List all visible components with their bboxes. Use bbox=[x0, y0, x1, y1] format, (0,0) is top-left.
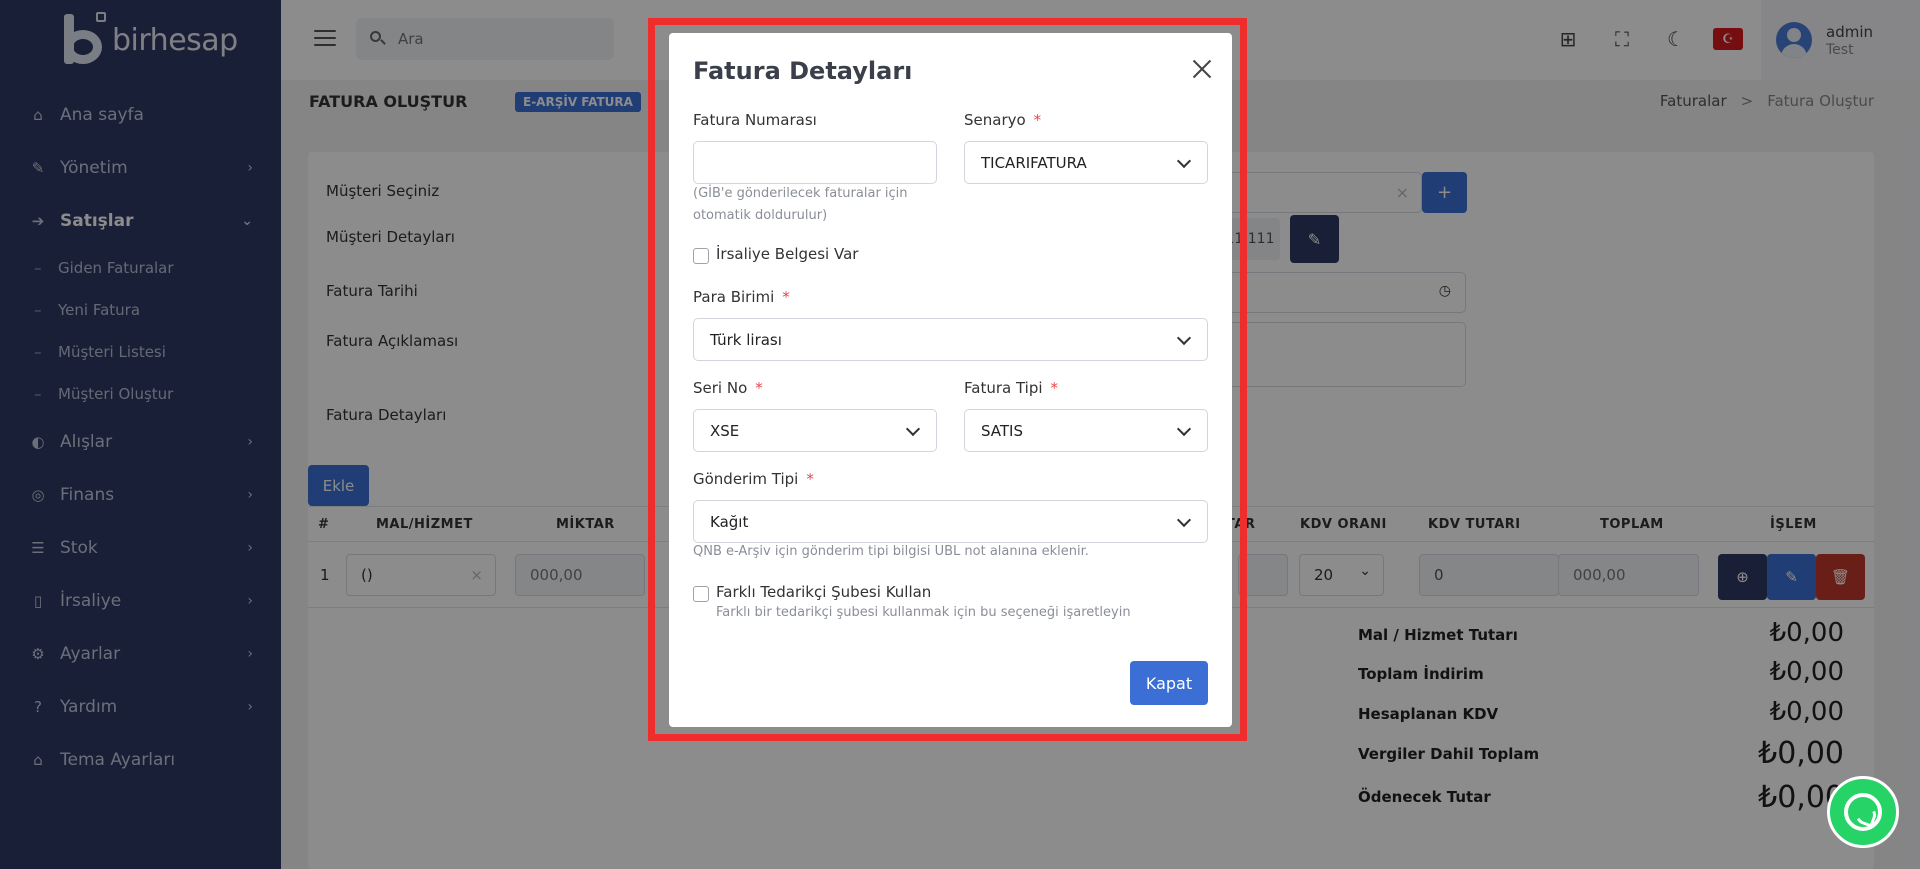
chevron-down-icon bbox=[905, 421, 921, 437]
para-birimi-select[interactable]: Türk lirası bbox=[693, 318, 1208, 361]
modal-title: Fatura Detayları bbox=[693, 57, 913, 85]
fatura-tipi-value: SATIS bbox=[981, 421, 1024, 440]
required-mark: * bbox=[1050, 379, 1059, 397]
fatura-tipi-label: Fatura Tipi * bbox=[964, 379, 1058, 397]
required-mark: * bbox=[1033, 111, 1042, 129]
gonderim-tipi-label-text: Gönderim Tipi bbox=[693, 470, 799, 488]
para-birimi-label-text: Para Birimi bbox=[693, 288, 775, 306]
farkli-tedarikci-label: Farklı Tedarikçi Şubesi Kullan bbox=[716, 583, 932, 601]
chevron-down-icon bbox=[1176, 330, 1192, 346]
para-birimi-value: Türk lirası bbox=[710, 330, 782, 349]
farkli-tedarikci-checkbox[interactable] bbox=[693, 586, 709, 602]
chevron-down-icon bbox=[1176, 512, 1192, 528]
fatura-numarasi-label: Fatura Numarası bbox=[693, 111, 817, 129]
chevron-down-icon bbox=[1176, 421, 1192, 437]
required-mark: * bbox=[806, 470, 814, 488]
kapat-button[interactable]: Kapat bbox=[1130, 661, 1208, 705]
fatura-numarasi-input[interactable] bbox=[693, 141, 937, 184]
whatsapp-icon bbox=[1844, 793, 1882, 831]
fatura-tipi-label-text: Fatura Tipi bbox=[964, 379, 1043, 397]
fatura-numarasi-help: (GİB'e gönderilecek faturalar için otoma… bbox=[693, 186, 908, 223]
senaryo-label-text: Senaryo bbox=[964, 111, 1026, 129]
required-mark: * bbox=[755, 379, 763, 397]
required-mark: * bbox=[782, 288, 790, 306]
seri-no-value: XSE bbox=[710, 421, 740, 440]
gonderim-tipi-label: Gönderim Tipi * bbox=[693, 470, 814, 488]
senaryo-select[interactable]: TICARIFATURA bbox=[964, 141, 1208, 184]
kapat-button-label: Kapat bbox=[1145, 673, 1193, 693]
whatsapp-button[interactable] bbox=[1827, 776, 1899, 848]
seri-no-label: Seri No * bbox=[693, 379, 763, 397]
gonderim-tipi-value: Kağıt bbox=[710, 512, 749, 531]
senaryo-label: Senaryo * bbox=[964, 111, 1041, 129]
irsaliye-label: İrsaliye Belgesi Var bbox=[716, 245, 859, 263]
irsaliye-checkbox[interactable] bbox=[693, 248, 709, 264]
senaryo-value: TICARIFATURA bbox=[981, 153, 1087, 172]
para-birimi-label: Para Birimi * bbox=[693, 288, 790, 306]
close-icon[interactable] bbox=[1190, 57, 1214, 81]
gonderim-tipi-help: QNB e-Arşiv için gönderim tipi bilgisi U… bbox=[693, 544, 1089, 559]
seri-no-label-text: Seri No bbox=[693, 379, 748, 397]
seri-no-select[interactable]: XSE bbox=[693, 409, 937, 452]
fatura-tipi-select[interactable]: SATIS bbox=[964, 409, 1208, 452]
farkli-tedarikci-help: Farklı bir tedarikçi şubesi kullanmak iç… bbox=[716, 605, 1131, 620]
gonderim-tipi-select[interactable]: Kağıt bbox=[693, 500, 1208, 543]
chevron-down-icon bbox=[1176, 153, 1192, 169]
fatura-detaylari-modal: Fatura Detayları Fatura Numarası (GİB'e … bbox=[669, 33, 1232, 727]
